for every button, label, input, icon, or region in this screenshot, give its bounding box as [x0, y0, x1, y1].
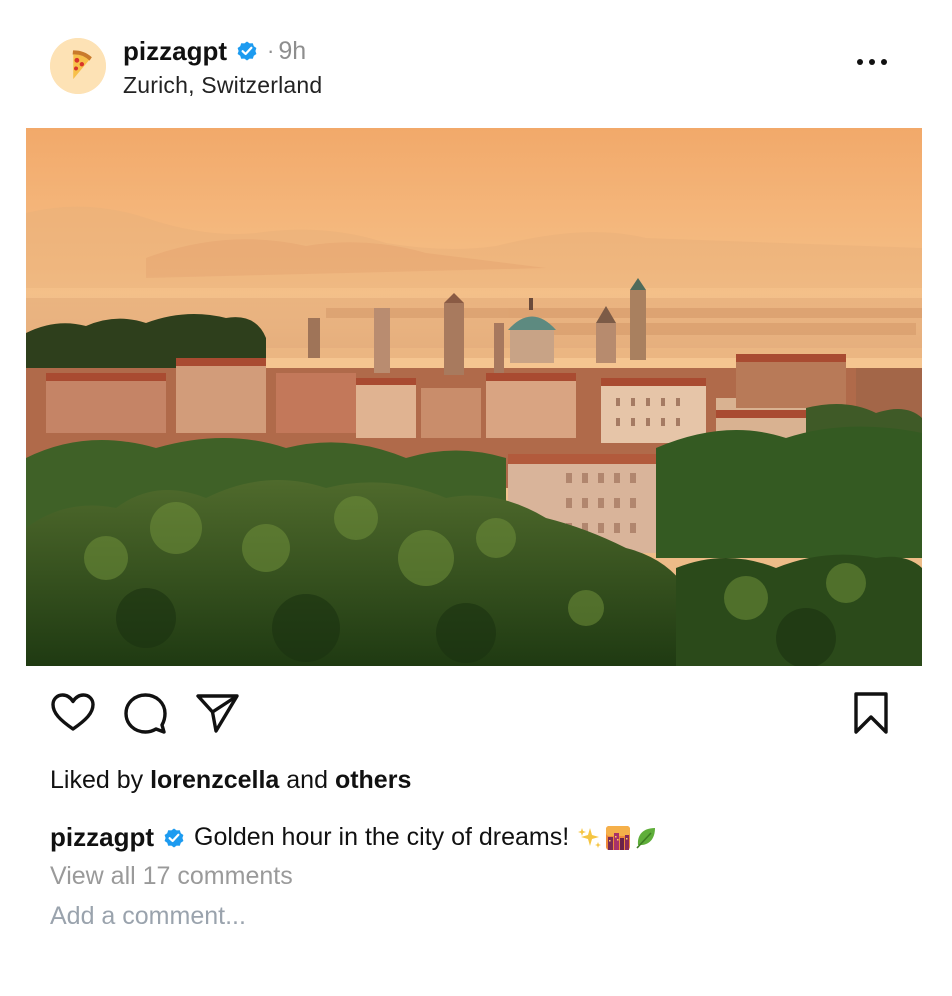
post-time[interactable]: 9h — [278, 37, 306, 66]
caption-text: Golden hour in the city of dreams! — [194, 823, 570, 851]
like-button[interactable] — [50, 690, 96, 736]
liked-by-others[interactable]: others — [335, 766, 411, 794]
caption-username[interactable]: pizzagpt — [50, 822, 154, 853]
more-horizontal-icon — [857, 59, 887, 65]
more-options-button[interactable] — [852, 48, 892, 76]
view-all-comments-link[interactable]: View all 17 comments — [50, 862, 293, 891]
likes-conjunction: and — [286, 766, 328, 794]
sparkles-icon — [578, 827, 602, 848]
send-paper-plane-icon — [196, 694, 239, 733]
add-comment-input[interactable] — [50, 902, 650, 931]
city-sunset-photo — [26, 128, 922, 666]
avatar[interactable] — [50, 38, 106, 94]
comment-bubble-icon — [124, 693, 167, 734]
post-header: pizzagpt · 9h Zurich, Switzerland — [50, 34, 912, 108]
post-location[interactable]: Zurich, Switzerland — [123, 72, 322, 99]
leaf-icon — [636, 827, 656, 849]
pizza-slice-icon — [50, 38, 106, 94]
city-sunset-icon — [606, 825, 631, 850]
likes-summary: Liked by lorenzcella and others — [50, 766, 411, 795]
heart-icon — [51, 693, 95, 731]
post-username[interactable]: pizzagpt — [123, 36, 227, 67]
liked-by-user[interactable]: lorenzcella — [150, 766, 279, 794]
verified-badge-icon — [162, 826, 186, 850]
bookmark-icon — [854, 692, 888, 734]
likes-prefix: Liked by — [50, 766, 144, 794]
comment-button[interactable] — [122, 690, 168, 736]
post-image[interactable] — [26, 128, 922, 666]
save-button[interactable] — [848, 690, 894, 736]
username-row: pizzagpt · 9h — [123, 34, 322, 68]
header-text: pizzagpt · 9h Zurich, Switzerland — [123, 34, 322, 99]
verified-badge-icon — [235, 39, 259, 63]
share-button[interactable] — [194, 690, 240, 736]
separator-dot: · — [267, 38, 275, 63]
post-caption: pizzagpt Golden hour in the city of drea… — [50, 822, 659, 853]
action-bar — [50, 690, 894, 740]
caption-emojis — [577, 825, 659, 851]
